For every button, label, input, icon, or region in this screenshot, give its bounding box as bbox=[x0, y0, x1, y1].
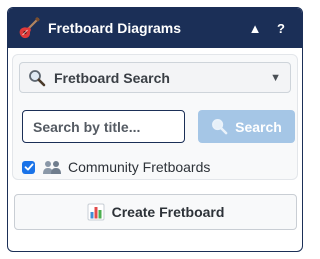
create-fretboard-button[interactable]: Create Fretboard bbox=[14, 194, 297, 230]
guitar-icon bbox=[19, 17, 40, 39]
search-button-label: Search bbox=[235, 118, 282, 135]
checkmark-icon bbox=[24, 163, 33, 171]
create-fretboard-label: Create Fretboard bbox=[111, 204, 225, 220]
people-icon bbox=[43, 161, 61, 174]
community-label: Community Fretboards bbox=[68, 159, 211, 175]
fretboard-diagrams-widget: Fretboard Diagrams ▲ ? Fretboard Search … bbox=[7, 7, 303, 252]
magnifier-icon bbox=[212, 119, 228, 135]
chevron-down-icon: ▼ bbox=[270, 71, 281, 84]
search-button[interactable]: Search bbox=[198, 110, 295, 143]
widget-header: Fretboard Diagrams ▲ ? bbox=[8, 8, 302, 48]
dropdown-label: Fretboard Search bbox=[54, 69, 170, 86]
search-mode-dropdown[interactable]: Fretboard Search ▼ bbox=[19, 62, 291, 93]
help-button[interactable]: ? bbox=[270, 21, 292, 36]
community-checkbox[interactable] bbox=[22, 160, 35, 174]
search-panel: Fretboard Search ▼ Search Com bbox=[12, 54, 298, 180]
search-title-input[interactable] bbox=[22, 110, 185, 143]
collapse-button[interactable]: ▲ bbox=[244, 21, 266, 36]
widget-title: Fretboard Diagrams bbox=[48, 20, 182, 36]
bar-chart-icon bbox=[87, 203, 105, 221]
community-fretboards-option: Community Fretboards bbox=[22, 159, 210, 175]
magnifier-icon bbox=[29, 69, 46, 86]
